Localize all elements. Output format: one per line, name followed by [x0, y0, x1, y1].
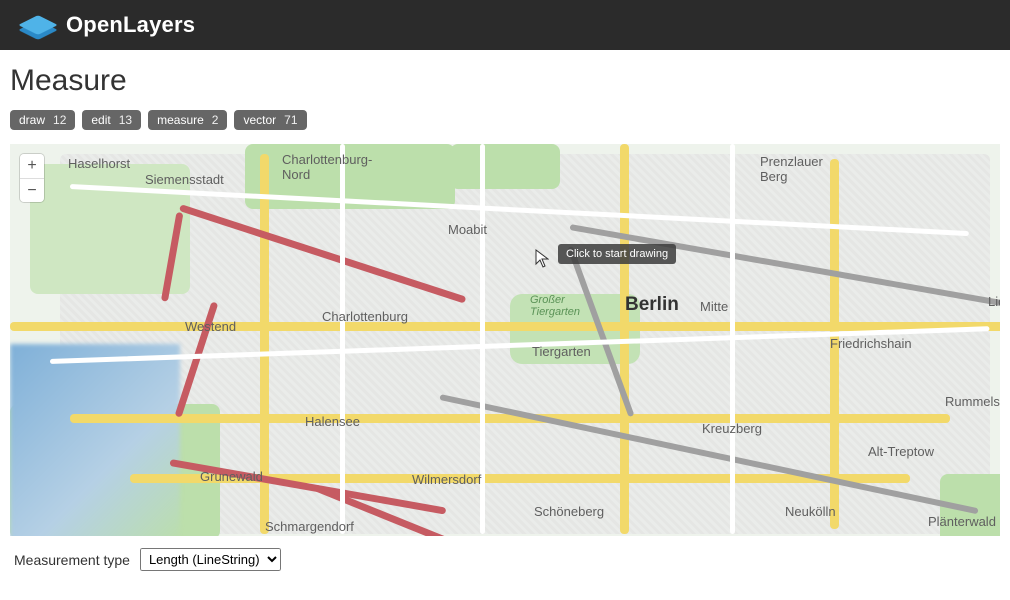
tag-draw[interactable]: draw 12	[10, 110, 75, 130]
district-westend: Westend	[185, 319, 236, 334]
measurement-type-label: Measurement type	[14, 552, 130, 568]
tag-label: vector	[243, 113, 276, 127]
district-friedrichshain: Friedrichshain	[830, 336, 912, 351]
district-charlottenburg-nord: Charlottenburg- Nord	[282, 152, 372, 182]
district-mitte: Mitte	[700, 299, 728, 314]
tag-count: 71	[284, 113, 297, 127]
district-wilmersdorf: Wilmersdorf	[412, 472, 481, 487]
tag-count: 2	[212, 113, 219, 127]
measurement-type-select[interactable]: Length (LineString)Area (Polygon)	[140, 548, 281, 571]
brand-name: OpenLayers	[66, 12, 195, 38]
district-kreuzberg: Kreuzberg	[702, 421, 762, 436]
openlayers-logo-icon	[24, 14, 54, 36]
district-haselhorst: Haselhorst	[68, 156, 130, 171]
tag-label: measure	[157, 113, 204, 127]
tag-label: draw	[19, 113, 45, 127]
district-berlin: Berlin	[625, 294, 679, 316]
district-schoeneberg: Schöneberg	[534, 504, 604, 519]
district-schmargendorf: Schmargendorf	[265, 519, 354, 534]
draw-tooltip: Click to start drawing	[558, 244, 676, 264]
tag-vector[interactable]: vector 71	[234, 110, 306, 130]
zoom-in-button[interactable]: +	[20, 154, 44, 178]
district-halensee: Halensee	[305, 414, 360, 429]
district-neukoelln: Neukölln	[785, 504, 836, 519]
zoom-out-button[interactable]: −	[20, 178, 44, 202]
tag-count: 12	[53, 113, 66, 127]
map-canvas[interactable]: Haselhorst Siemensstadt Charlottenburg- …	[10, 144, 1000, 536]
park-grosser-tiergarten: Großer Tiergarten	[530, 294, 580, 318]
tag-label: edit	[91, 113, 110, 127]
app-header: OpenLayers	[0, 0, 1010, 50]
tag-measure[interactable]: measure 2	[148, 110, 227, 130]
district-prenzlauer-berg: Prenzlauer Berg	[760, 154, 823, 184]
district-plaenterwald: Plänterwald	[928, 514, 996, 529]
tag-row: draw 12 edit 13 measure 2 vector 71	[10, 110, 1000, 130]
district-moabit: Moabit	[448, 222, 487, 237]
district-rummelsburg: Rummelsb	[945, 394, 1000, 409]
page-title: Measure	[10, 64, 1000, 98]
cursor-icon	[535, 249, 549, 269]
district-alt-treptow: Alt-Treptow	[868, 444, 934, 459]
district-grunewald: Grunewald	[200, 469, 263, 484]
district-lichtenberg: Lich	[988, 294, 1000, 309]
zoom-control: + −	[20, 154, 44, 202]
district-tiergarten: Tiergarten	[532, 344, 591, 359]
district-charlottenburg: Charlottenburg	[322, 309, 408, 324]
district-siemensstadt: Siemensstadt	[145, 172, 224, 187]
tag-edit[interactable]: edit 13	[82, 110, 141, 130]
tag-count: 13	[119, 113, 132, 127]
